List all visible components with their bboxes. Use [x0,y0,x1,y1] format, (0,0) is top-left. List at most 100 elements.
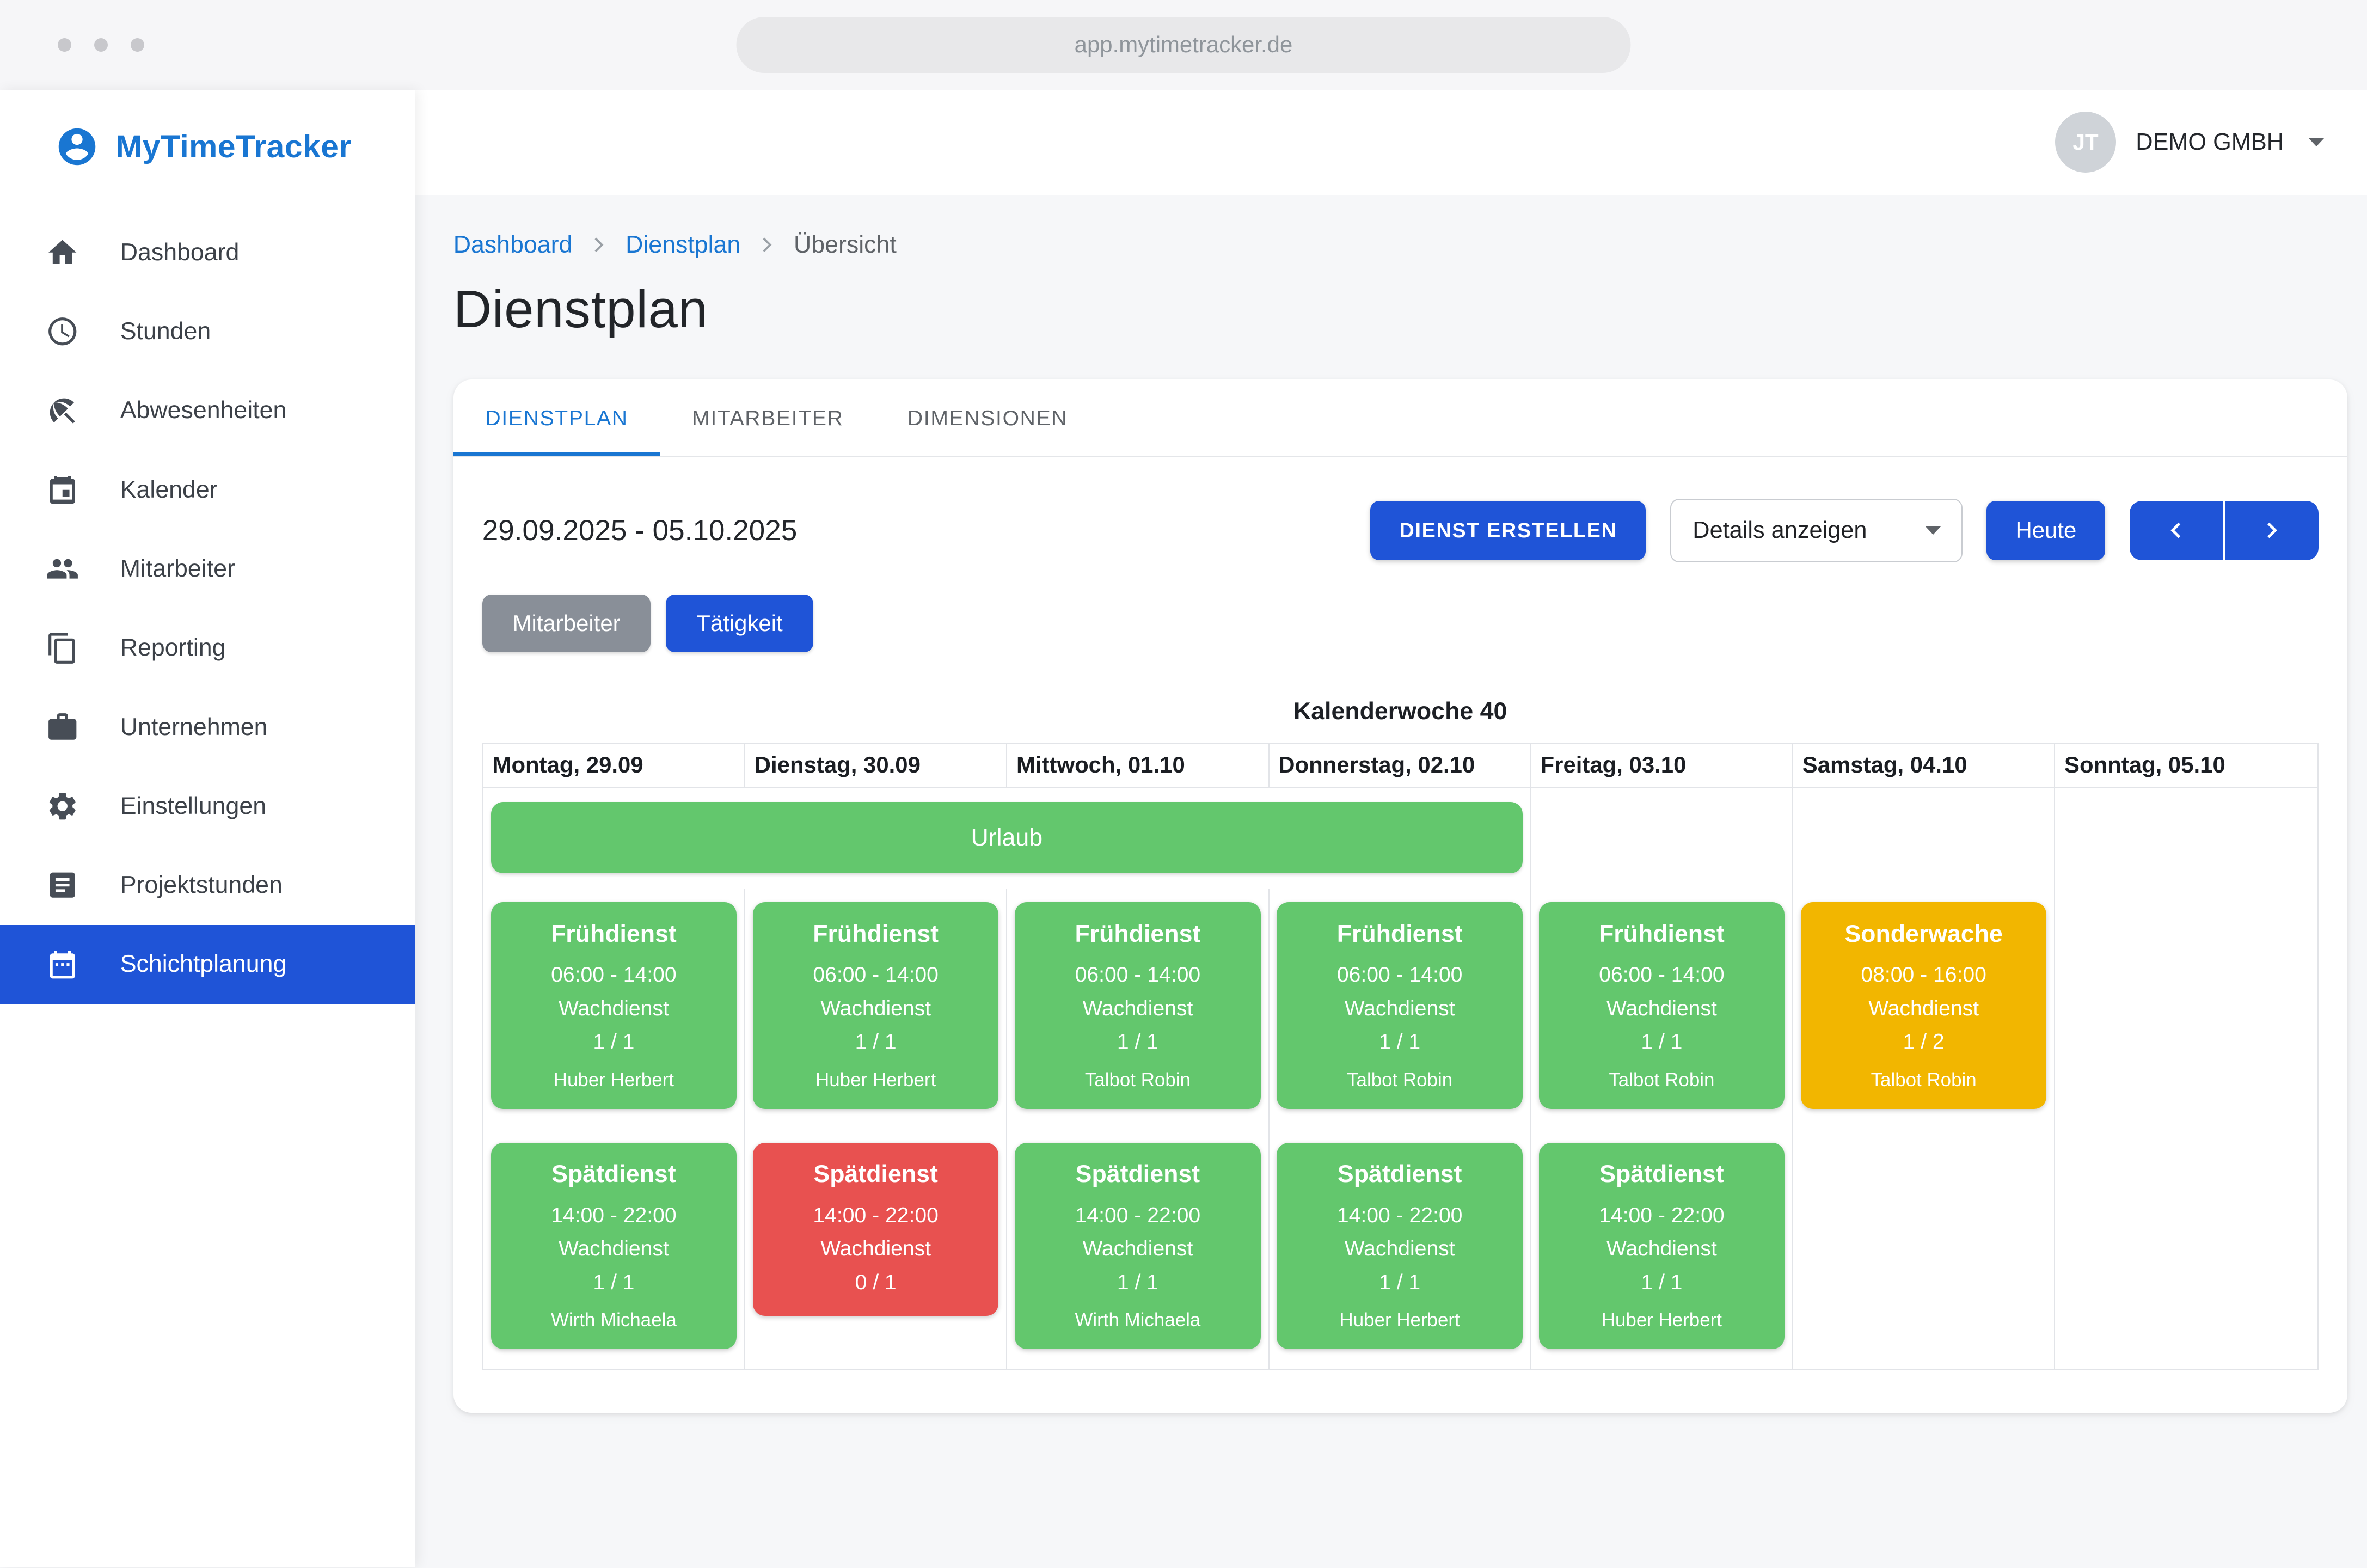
day-cell-wednesday: Spätdienst 14:00 - 22:00 Wachdienst 1 / … [1007,1129,1269,1369]
sidebar-item-schichtplanung[interactable]: Schichtplanung [0,925,415,1004]
shift-occupancy: 1 / 1 [1022,1266,1253,1299]
shift-card[interactable]: Spätdienst 14:00 - 22:00 Wachdienst 1 / … [1539,1143,1785,1350]
sidebar-item-projektstunden[interactable]: Projektstunden [0,846,415,925]
shift-title: Spätdienst [1547,1161,1777,1188]
account-company[interactable]: DEMO GMBH [2136,129,2284,156]
next-week-button[interactable] [2225,501,2318,560]
app-title: MyTimeTracker [115,128,351,165]
breadcrumb-dienstplan[interactable]: Dienstplan [626,231,740,259]
breadcrumb-dashboard[interactable]: Dashboard [453,231,573,259]
window-close-button[interactable] [58,38,71,52]
shift-occupancy: 1 / 1 [499,1266,729,1299]
sidebar-item-abwesenheiten[interactable]: Abwesenheiten [0,371,415,450]
shift-person: Huber Herbert [761,1068,991,1093]
shift-activity: Wachdienst [1284,1232,1514,1265]
page-content: Dashboard Dienstplan Übersicht Dienstpla… [415,195,2367,1413]
shift-person: Talbot Robin [1284,1068,1514,1093]
sidebar-item-label: Projektstunden [120,872,283,899]
shift-time: 14:00 - 22:00 [1547,1199,1777,1232]
create-shift-button[interactable]: DIENST ERSTELLEN [1370,501,1646,560]
sidebar-item-label: Unternehmen [120,714,268,741]
shift-activity: Wachdienst [761,992,991,1025]
sidebar-item-label: Abwesenheiten [120,397,287,424]
day-header: Samstag, 04.10 [1793,744,2055,787]
shift-title: Sonderwache [1808,921,2039,948]
shift-occupancy: 1 / 1 [1284,1266,1514,1299]
window-controls[interactable] [58,38,144,52]
sidebar-item-stunden[interactable]: Stunden [0,292,415,371]
tab-bar: DIENSTPLAN MITARBEITER DIMENSIONEN [453,379,2347,457]
shift-activity: Wachdienst [1547,992,1777,1025]
shift-card[interactable]: Spätdienst 14:00 - 22:00 Wachdienst 1 / … [491,1143,737,1350]
shift-card[interactable]: Spätdienst 14:00 - 22:00 Wachdienst 1 / … [1277,1143,1522,1350]
dienstplan-card: DIENSTPLAN MITARBEITER DIMENSIONEN 29.09… [453,379,2347,1413]
person-circle-icon [55,125,99,169]
sidebar-item-kalender[interactable]: Kalender [0,450,415,529]
shift-time: 06:00 - 14:00 [1284,958,1514,991]
shift-time: 14:00 - 22:00 [1284,1199,1514,1232]
sidebar-item-unternehmen[interactable]: Unternehmen [0,688,415,767]
top-header: JT DEMO GMBH [415,90,2367,195]
week-date-range: 29.09.2025 - 05.10.2025 [482,514,797,547]
shift-occupancy: 1 / 1 [761,1025,991,1058]
tab-dienstplan[interactable]: DIENSTPLAN [453,379,660,456]
shift-title: Frühdienst [761,921,991,948]
shift-person: Talbot Robin [1022,1068,1253,1093]
notes-icon [46,868,79,902]
group-by-activity-button[interactable]: Tätigkeit [666,595,813,652]
gear-icon [46,789,79,823]
shift-card[interactable]: Frühdienst 06:00 - 14:00 Wachdienst 1 / … [1015,902,1260,1109]
previous-week-button[interactable] [2130,501,2222,560]
shift-card[interactable]: Frühdienst 06:00 - 14:00 Wachdienst 1 / … [1277,902,1522,1109]
chevron-right-icon [2258,517,2285,544]
chevron-down-icon[interactable] [2308,138,2325,146]
shift-card[interactable]: Sonderwache 08:00 - 16:00 Wachdienst 1 /… [1801,902,2046,1109]
window-zoom-button[interactable] [131,38,144,52]
shift-card[interactable]: Spätdienst 14:00 - 22:00 Wachdienst 1 / … [1015,1143,1260,1350]
browser-chrome: app.mytimetracker.de [0,0,2367,90]
day-cell-sunday [2055,1129,2317,1369]
day-cell-saturday [1793,1129,2055,1369]
chevron-right-icon [754,232,780,258]
calendar-grid: Montag, 29.09 Dienstag, 30.09 Mittwoch, … [482,743,2319,1370]
shift-card[interactable]: Frühdienst 06:00 - 14:00 Wachdienst 1 / … [1539,902,1785,1109]
documents-icon [46,632,79,665]
shift-occupancy: 1 / 1 [499,1025,729,1058]
shift-card[interactable]: Frühdienst 06:00 - 14:00 Wachdienst 1 / … [491,902,737,1109]
shift-card[interactable]: Spätdienst 14:00 - 22:00 Wachdienst 0 / … [753,1143,998,1316]
sidebar-item-label: Mitarbeiter [120,555,235,583]
day-cell-sunday [2055,889,2317,1129]
sidebar-item-label: Reporting [120,634,226,661]
sidebar-item-reporting[interactable]: Reporting [0,609,415,688]
today-button[interactable]: Heute [1986,501,2105,560]
sidebar-item-einstellungen[interactable]: Einstellungen [0,767,415,846]
window-minimize-button[interactable] [94,38,108,52]
shift-card[interactable]: Frühdienst 06:00 - 14:00 Wachdienst 1 / … [753,902,998,1109]
breadcrumb-uebersicht: Übersicht [794,231,897,259]
shift-title: Spätdienst [1022,1161,1253,1188]
tab-dimensionen[interactable]: DIMENSIONEN [875,379,1100,456]
sidebar: MyTimeTracker Dashboard Stunden Abwesenh… [0,90,415,1567]
sidebar-item-dashboard[interactable]: Dashboard [0,213,415,292]
sidebar-item-label: Dashboard [120,239,240,266]
tab-mitarbeiter[interactable]: MITARBEITER [660,379,875,456]
shift-occupancy: 0 / 1 [761,1266,991,1299]
shift-time: 06:00 - 14:00 [1022,958,1253,991]
empty-cell [1531,788,1793,889]
sidebar-item-mitarbeiter[interactable]: Mitarbeiter [0,529,415,608]
vacation-bar[interactable]: Urlaub [491,802,1523,873]
vacation-row: Urlaub [483,788,2317,889]
sidebar-item-label: Kalender [120,476,218,504]
sidebar-item-label: Einstellungen [120,793,266,820]
shift-time: 06:00 - 14:00 [761,958,991,991]
app-logo[interactable]: MyTimeTracker [0,90,415,201]
week-calendar: Kalenderwoche 40 Montag, 29.09 Dienstag,… [482,698,2319,1370]
group-by-employee-button[interactable]: Mitarbeiter [482,595,651,652]
shift-time: 14:00 - 22:00 [499,1199,729,1232]
avatar[interactable]: JT [2055,112,2116,173]
address-bar[interactable]: app.mytimetracker.de [736,17,1630,73]
shift-title: Frühdienst [1547,921,1777,948]
shift-person: Huber Herbert [1284,1308,1514,1333]
day-cell-thursday: Spätdienst 14:00 - 22:00 Wachdienst 1 / … [1270,1129,1531,1369]
details-dropdown[interactable]: Details anzeigen [1670,499,1963,562]
